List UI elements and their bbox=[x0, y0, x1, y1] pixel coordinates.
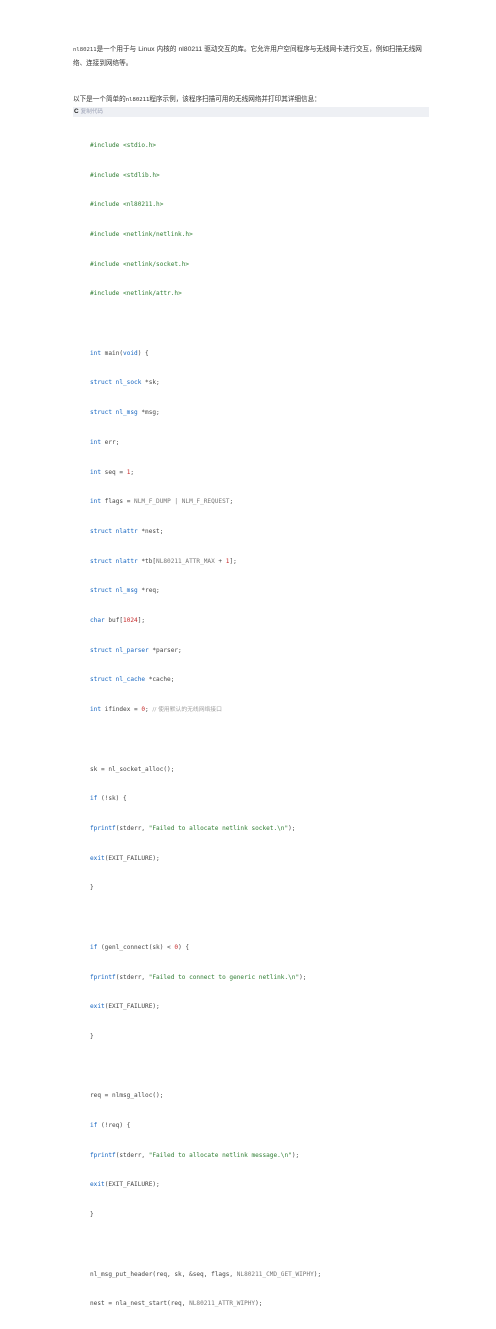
lib-name: nl80211 bbox=[125, 97, 150, 103]
code-line: fprintf(stderr, "Failed to connect to ge… bbox=[90, 973, 307, 981]
code-language-label: C bbox=[74, 108, 79, 115]
code-line: nest = nla_nest_start(req, NL80211_ATTR_… bbox=[90, 1300, 263, 1308]
code-line: #include <netlink/netlink.h> bbox=[90, 230, 193, 238]
lead-text: 以下是一个简单的 bbox=[73, 95, 126, 103]
code-line: int err; bbox=[90, 438, 120, 446]
code-line: struct nl_msg *req; bbox=[90, 587, 160, 595]
code-line: if (!sk) { bbox=[90, 795, 127, 803]
code-line: int main(void) { bbox=[90, 349, 149, 357]
include-file: stdlib.h bbox=[126, 171, 157, 179]
code-line: struct nl_msg *msg; bbox=[90, 409, 160, 417]
code-line: char buf[1024]; bbox=[90, 617, 146, 625]
code-block-header: C 复制代码 bbox=[73, 107, 429, 117]
code-line: fprintf(stderr, "Failed to allocate netl… bbox=[90, 1151, 300, 1159]
code-line: #include <stdlib.h> bbox=[90, 171, 160, 179]
code-line: req = nlmsg_alloc(); bbox=[90, 1092, 164, 1100]
code-block: #include <stdio.h> #include <stdlib.h> #… bbox=[90, 121, 430, 1329]
code-line: struct nl_sock *sk; bbox=[90, 379, 160, 387]
code-line: #include <stdio.h> bbox=[90, 141, 157, 149]
include-file: stdio.h bbox=[126, 141, 153, 149]
code-line: exit(EXIT_FAILURE); bbox=[90, 1003, 160, 1011]
code-line: if (genl_connect(sk) < 0) { bbox=[90, 943, 190, 951]
code-line: int seq = 1; bbox=[90, 468, 135, 476]
code-line: struct nl_parser *parser; bbox=[90, 646, 182, 654]
code-line: if (!req) { bbox=[90, 1122, 131, 1130]
code-line: int ifindex = 0; // 使用默认的无线网络接口 bbox=[90, 706, 222, 714]
lib-name: nl80211 bbox=[73, 47, 97, 53]
include-file: nl80211.h bbox=[126, 201, 160, 209]
code-line: struct nlattr *nest; bbox=[90, 527, 164, 535]
code-line: exit(EXIT_FAILURE); bbox=[90, 1181, 160, 1189]
code-line: } bbox=[90, 1032, 94, 1040]
code-line: #include <nl80211.h> bbox=[90, 201, 164, 209]
code-comment: // 使用默认的无线网络接口 bbox=[152, 707, 222, 714]
intro-text: 是一个用于与 bbox=[96, 45, 137, 53]
code-line: struct nl_cache *cache; bbox=[90, 676, 175, 684]
intro-text: 内核的 bbox=[156, 45, 177, 53]
code-line: exit(EXIT_FAILURE); bbox=[90, 854, 160, 862]
include-file: netlink/attr.h bbox=[126, 290, 179, 298]
lead-paragraph: 以下是一个简单的nl80211程序示例，该程序扫描可用的无线网络并打印其详细信息… bbox=[73, 94, 429, 105]
code-line: fprintf(stderr, "Failed to allocate netl… bbox=[90, 824, 296, 832]
code-line: } bbox=[90, 884, 94, 892]
os-name: Linux bbox=[138, 46, 155, 53]
intro-paragraph: nl80211是一个用于与 Linux 内核的 nl80211 驱动交互的库。它… bbox=[73, 43, 429, 70]
include-file: netlink/socket.h bbox=[126, 260, 186, 268]
code-line: } bbox=[90, 1211, 94, 1219]
lead-text: 程序示例，该程序扫描可用的无线网络并打印其详细信息： bbox=[149, 95, 321, 103]
driver-name: nl80211 bbox=[178, 46, 203, 53]
document-page: nl80211是一个用于与 Linux 内核的 nl80211 驱动交互的库。它… bbox=[0, 0, 496, 1307]
code-line: #include <netlink/attr.h> bbox=[90, 290, 182, 298]
code-line: nl_msg_put_header(req, sk, &seq, flags, … bbox=[90, 1270, 322, 1278]
code-line: struct nlattr *tb[NL80211_ATTR_MAX + 1]; bbox=[90, 557, 237, 565]
code-line: int flags = NLM_F_DUMP | NLM_F_REQUEST; bbox=[90, 498, 234, 506]
copy-code-button[interactable]: 复制代码 bbox=[81, 109, 103, 115]
code-line: sk = nl_socket_alloc(); bbox=[90, 765, 175, 773]
code-line: #include <netlink/socket.h> bbox=[90, 260, 190, 268]
include-file: netlink/netlink.h bbox=[126, 230, 190, 238]
